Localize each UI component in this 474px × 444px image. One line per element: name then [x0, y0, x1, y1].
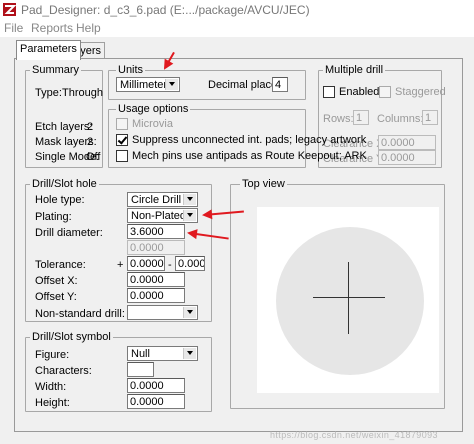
window-title: Pad_Designer: d_c3_6.pad (E:.../package/… — [21, 3, 310, 17]
tolerance-minus-input[interactable]: 0.0000 — [175, 256, 205, 271]
tab-parameters[interactable]: Parameters — [16, 40, 81, 60]
plating-value: Non-Plated — [131, 210, 187, 222]
menu-help[interactable]: Help — [76, 21, 101, 35]
non-standard-drill-select[interactable] — [127, 305, 198, 320]
clearance-x-input[interactable]: 0.0000 — [378, 135, 436, 150]
height-label: Height: — [35, 397, 70, 409]
characters-label: Characters: — [35, 365, 92, 377]
type-value: Through — [62, 87, 103, 99]
tolerance-plus-input[interactable]: 0.0000 — [127, 256, 165, 271]
symbol-width-input[interactable]: 0.0000 — [127, 378, 185, 393]
non-standard-drill-label: Non-standard drill: — [35, 308, 125, 320]
chevron-down-icon[interactable] — [183, 210, 196, 221]
symbol-height-input[interactable]: 0.0000 — [127, 394, 185, 409]
columns-label: Columns: — [377, 113, 424, 125]
watermark-text: https://blog.csdn.net/weixin_41879093 — [270, 430, 438, 440]
hole-type-label: Hole type: — [35, 194, 85, 206]
enabled-label: Enabled — [339, 86, 380, 98]
title-bar: Pad_Designer: d_c3_6.pad (E:.../package/… — [0, 0, 474, 20]
chevron-down-icon[interactable] — [165, 79, 178, 90]
mask-layers-value: 2 — [87, 136, 94, 148]
offset-x-input[interactable]: 0.0000 — [127, 272, 185, 287]
menu-file[interactable]: File — [4, 21, 23, 35]
pad-designer-app-icon — [3, 3, 16, 16]
units-select-value: Millimeter — [120, 79, 168, 91]
hole-type-select[interactable]: Circle Drill — [127, 192, 198, 207]
menu-reports[interactable]: Reports — [31, 21, 73, 35]
staggered-checkbox[interactable] — [379, 86, 391, 98]
decimal-places-input[interactable]: 4 — [272, 77, 288, 92]
drill-diameter-label: Drill diameter: — [35, 227, 103, 239]
drill-diameter-secondary-input[interactable]: 0.0000 — [127, 240, 185, 255]
chevron-down-icon[interactable] — [183, 307, 196, 318]
pad-shape — [276, 227, 424, 375]
plating-select[interactable]: Non-Plated — [127, 208, 198, 223]
clearance-y-input[interactable]: 0.0000 — [378, 150, 436, 165]
chevron-down-icon[interactable] — [183, 348, 196, 359]
summary-legend: Summary — [30, 64, 82, 76]
top-view-legend: Top view — [240, 178, 287, 190]
etch-layers-value: 2 — [87, 121, 94, 133]
etch-layers-label: Etch layers: — [35, 121, 93, 133]
figure-label: Figure: — [35, 349, 70, 361]
rows-input[interactable]: 1 — [353, 110, 369, 125]
staggered-label: Staggered — [395, 86, 446, 98]
hole-type-value: Circle Drill — [131, 194, 182, 206]
tolerance-minus-sign: - — [168, 259, 172, 271]
single-mode-value: Off — [86, 151, 101, 163]
tolerance-plus-sign: + — [117, 259, 124, 271]
microvia-label: Microvia — [132, 118, 173, 130]
offset-y-input[interactable]: 0.0000 — [127, 288, 185, 303]
figure-select[interactable]: Null — [127, 346, 198, 361]
characters-input[interactable] — [127, 362, 154, 377]
menu-bar: File Reports Help — [0, 20, 474, 37]
figure-value: Null — [131, 348, 150, 360]
units-legend: Units — [116, 64, 146, 76]
chevron-down-icon[interactable] — [183, 194, 196, 205]
drill-crosshair-vertical — [348, 262, 349, 334]
type-label: Type: — [35, 87, 62, 99]
tolerance-label: Tolerance: — [35, 259, 86, 271]
plating-label: Plating: — [35, 211, 72, 223]
width-label: Width: — [35, 381, 67, 393]
multiple-drill-legend: Multiple drill — [323, 64, 386, 76]
columns-input[interactable]: 1 — [422, 110, 438, 125]
microvia-checkbox[interactable] — [116, 118, 128, 130]
offset-x-label: Offset X: — [35, 275, 78, 287]
mech-pins-label: Mech pins use antipads as Route Keepout;… — [132, 150, 367, 162]
suppress-checkbox[interactable] — [116, 134, 128, 146]
mech-pins-checkbox[interactable] — [116, 150, 128, 162]
drill-hole-legend: Drill/Slot hole — [30, 178, 99, 190]
units-select[interactable]: Millimeter — [116, 77, 180, 92]
offset-y-label: Offset Y: — [35, 291, 77, 303]
drill-diameter-input[interactable]: 3.6000 — [127, 224, 185, 239]
drill-crosshair-horizontal — [313, 297, 385, 298]
usage-options-legend: Usage options — [116, 103, 191, 115]
drill-symbol-legend: Drill/Slot symbol — [30, 331, 113, 343]
rows-label: Rows: — [323, 113, 354, 125]
enabled-checkbox[interactable] — [323, 86, 335, 98]
suppress-label: Suppress unconnected int. pads; legacy a… — [132, 134, 367, 146]
